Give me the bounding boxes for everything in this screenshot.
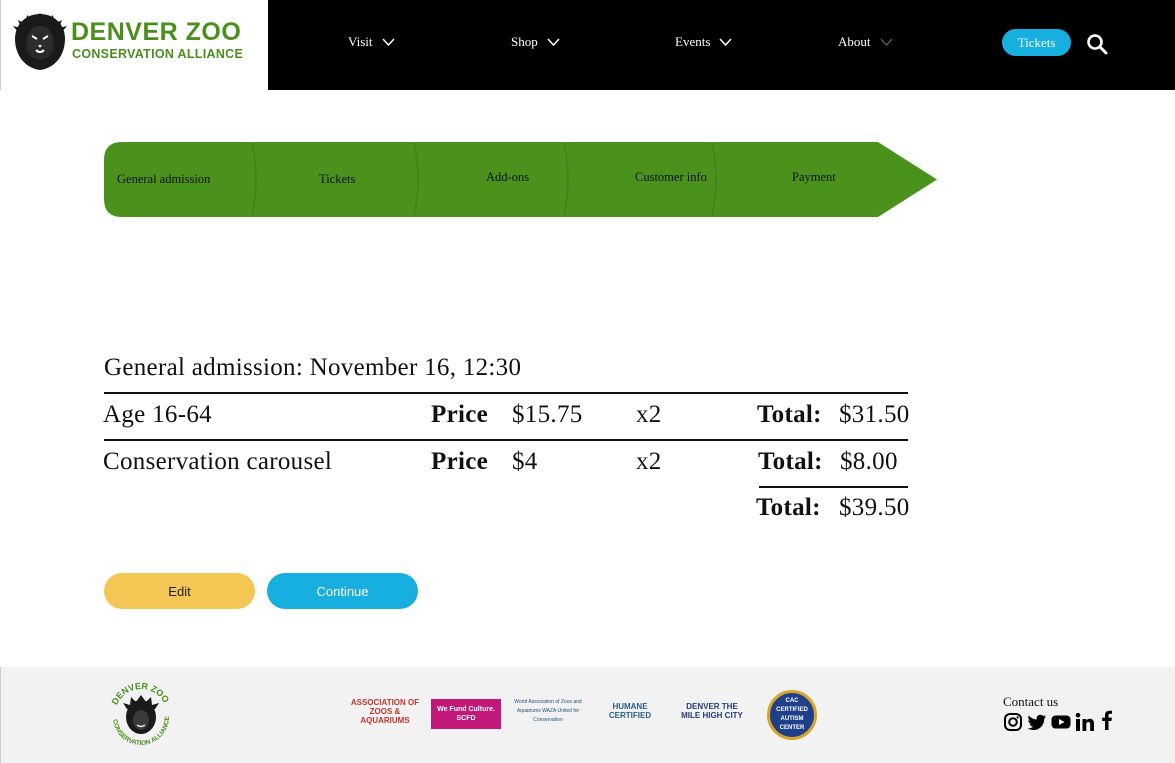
nav-shop[interactable]: Shop [511, 34, 560, 50]
divider [104, 392, 908, 394]
nav-about-label: About [838, 34, 871, 49]
partner-logo-humane-certified[interactable]: HUMANE CERTIFIED [594, 691, 666, 731]
step-tickets[interactable]: Tickets [319, 172, 355, 187]
youtube-icon[interactable] [1051, 712, 1071, 732]
nav-visit-label: Visit [348, 34, 373, 49]
tickets-button[interactable]: Tickets [1002, 29, 1071, 56]
divider [759, 486, 908, 488]
contact-us-label: Contact us [1003, 694, 1059, 709]
logo-title: DENVER ZOO [71, 18, 242, 46]
logo-subtitle: CONSERVATION ALLIANCE [72, 47, 244, 61]
continue-button[interactable]: Continue [267, 573, 418, 609]
denver-zoo-seal-logo[interactable]: DENVER ZOO CONSERVATION ALLIANCE [105, 679, 177, 751]
nav-shop-label: Shop [511, 34, 538, 49]
search-icon[interactable] [1086, 33, 1108, 55]
edit-button[interactable]: Edit [104, 573, 255, 609]
nav-events-label: Events [675, 34, 711, 49]
divider [104, 439, 908, 441]
site-footer: DENVER ZOO CONSERVATION ALLIANCE ASSOCIA… [0, 667, 1175, 763]
step-add-ons[interactable]: Add-ons [486, 170, 529, 185]
order-title: General admission: November 16, 12:30 [104, 354, 522, 381]
facebook-icon[interactable] [1097, 710, 1117, 730]
step-customer-info[interactable]: Customer info [635, 170, 707, 185]
row-total-value: $8.00 [840, 448, 898, 475]
price-label: Price [431, 448, 489, 475]
twitter-icon[interactable] [1027, 712, 1047, 732]
partner-logo-aza[interactable]: ASSOCIATION OF ZOOS & AQUARIUMS [349, 691, 421, 731]
price-label: Price [431, 401, 489, 428]
chevron-down-icon [719, 38, 732, 46]
row-total-label: Total: [757, 401, 822, 428]
partner-logo-cac[interactable]: CAC CERTIFIED AUTISM CENTER [767, 690, 817, 740]
partner-logo-scfd[interactable]: We Fund Culture. SCFD [431, 699, 501, 729]
partner-logo-waza[interactable]: World Association of Zoos and Aquariums … [512, 691, 584, 731]
chevron-down-icon [879, 38, 893, 46]
checkout-steps: General admission Tickets Add-ons Custom… [104, 142, 938, 217]
linkedin-icon[interactable] [1075, 712, 1095, 732]
nav-events[interactable]: Events [675, 34, 732, 50]
grand-total-value: $39.50 [839, 494, 910, 521]
ticket-name: Conservation carousel [103, 448, 333, 475]
quantity: x2 [636, 401, 662, 428]
step-payment[interactable]: Payment [792, 170, 836, 185]
site-logo[interactable]: DENVER ZOO CONSERVATION ALLIANCE [0, 0, 268, 90]
price-value: $4 [512, 448, 538, 475]
row-total-label: Total: [758, 448, 823, 475]
step-general-admission[interactable]: General admission [117, 172, 210, 187]
nav-visit[interactable]: Visit [348, 34, 395, 50]
row-total-value: $31.50 [839, 401, 910, 428]
price-value: $15.75 [512, 401, 583, 428]
ticket-name: Age 16-64 [103, 401, 212, 428]
grand-total-label: Total: [756, 494, 821, 521]
site-header: DENVER ZOO CONSERVATION ALLIANCE Visit S… [0, 0, 1175, 90]
instagram-icon[interactable] [1003, 712, 1023, 732]
nav-about[interactable]: About [838, 34, 893, 50]
partner-logo-denver[interactable]: DENVER THE MILE HIGH CITY [676, 691, 748, 731]
lion-logo-icon [13, 13, 67, 70]
quantity: x2 [636, 448, 662, 475]
chevron-down-icon [547, 38, 560, 46]
chevron-down-icon [381, 38, 395, 46]
